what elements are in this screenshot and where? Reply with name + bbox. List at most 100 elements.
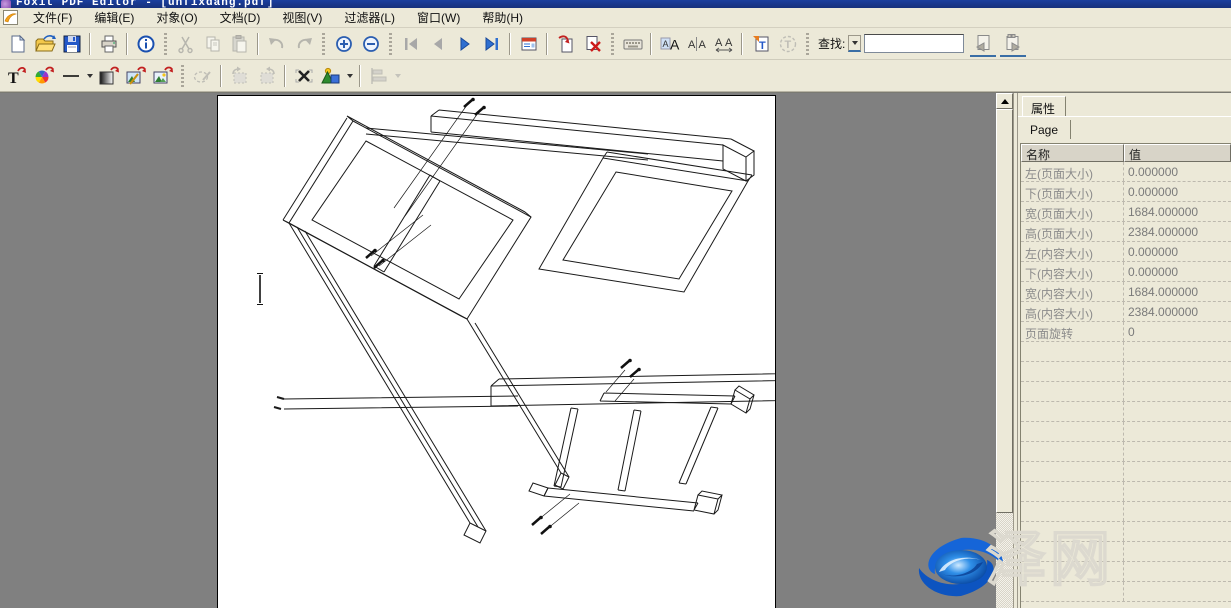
rotate-right-button[interactable] bbox=[253, 63, 280, 89]
pdf-page[interactable] bbox=[217, 95, 776, 608]
menu-window[interactable]: 窗口(W) bbox=[406, 7, 471, 29]
edit-object-button[interactable] bbox=[189, 63, 216, 89]
property-value[interactable]: 0.000000 bbox=[1124, 162, 1231, 181]
panel-title-divider bbox=[1018, 116, 1231, 117]
property-row[interactable]: 宽(内容大小)1684.000000 bbox=[1021, 282, 1231, 302]
property-name: 下(内容大小) bbox=[1021, 262, 1124, 281]
next-page-button[interactable] bbox=[451, 31, 478, 57]
add-shape-button[interactable] bbox=[317, 63, 344, 89]
info-button[interactable] bbox=[132, 31, 159, 57]
scrollbar-thumb[interactable] bbox=[996, 109, 1013, 513]
paste-button[interactable] bbox=[226, 31, 253, 57]
font-size-icon: A A bbox=[659, 34, 681, 54]
add-text-button[interactable]: T bbox=[3, 63, 30, 89]
last-page-icon bbox=[482, 34, 502, 54]
menu-help[interactable]: 帮助(H) bbox=[471, 7, 534, 29]
copy-button[interactable] bbox=[199, 31, 226, 57]
isometric-frame-drawing bbox=[218, 96, 775, 608]
document-icon[interactable] bbox=[3, 10, 18, 25]
edit-image-button[interactable] bbox=[122, 63, 149, 89]
save-button[interactable] bbox=[58, 31, 85, 57]
property-value[interactable]: 2384.000000 bbox=[1124, 222, 1231, 241]
column-header-name[interactable]: 名称 bbox=[1021, 144, 1124, 162]
undo-button[interactable] bbox=[263, 31, 290, 57]
line-style-button[interactable] bbox=[57, 63, 84, 89]
tab-page[interactable]: Page bbox=[1022, 120, 1071, 139]
menu-view[interactable]: 视图(V) bbox=[271, 7, 333, 29]
cut-button[interactable] bbox=[172, 31, 199, 57]
scroll-up-button[interactable] bbox=[996, 93, 1013, 109]
add-color-button[interactable] bbox=[30, 63, 57, 89]
zoom-in-button[interactable] bbox=[330, 31, 357, 57]
printer-icon bbox=[99, 34, 119, 54]
redo-button[interactable] bbox=[290, 31, 317, 57]
add-shape-dropdown[interactable] bbox=[344, 63, 355, 89]
property-row[interactable]: 高(内容大小)2384.000000 bbox=[1021, 302, 1231, 322]
property-row[interactable]: 高(页面大小)2384.000000 bbox=[1021, 222, 1231, 242]
char-scale-button[interactable]: A A bbox=[710, 31, 737, 57]
first-page-button[interactable] bbox=[397, 31, 424, 57]
property-value[interactable]: 2384.000000 bbox=[1124, 302, 1231, 321]
menu-object[interactable]: 对象(O) bbox=[145, 7, 208, 29]
insert-page-button[interactable] bbox=[552, 31, 579, 57]
add-image-button[interactable] bbox=[149, 63, 176, 89]
rotate-right-icon bbox=[256, 65, 278, 87]
print-button[interactable] bbox=[95, 31, 122, 57]
new-document-button[interactable] bbox=[4, 31, 31, 57]
property-row[interactable]: 宽(页面大小)1684.000000 bbox=[1021, 202, 1231, 222]
align-button[interactable] bbox=[365, 63, 392, 89]
property-row-empty bbox=[1021, 362, 1231, 382]
align-dropdown[interactable] bbox=[392, 63, 403, 89]
property-row[interactable]: 左(内容大小)0.000000 bbox=[1021, 242, 1231, 262]
open-folder-icon bbox=[34, 34, 56, 54]
document-canvas[interactable] bbox=[0, 93, 996, 608]
delete-page-button[interactable] bbox=[579, 31, 606, 57]
open-button[interactable] bbox=[31, 31, 58, 57]
chevron-down-icon bbox=[347, 74, 353, 78]
svg-text:A: A bbox=[698, 39, 706, 51]
line-style-dropdown[interactable] bbox=[84, 63, 95, 89]
property-value[interactable]: 0.000000 bbox=[1124, 182, 1231, 201]
property-row[interactable]: 下(内容大小)0.000000 bbox=[1021, 262, 1231, 282]
find-next-button[interactable] bbox=[1000, 31, 1026, 57]
panel-title-tab[interactable]: 属性 bbox=[1022, 96, 1066, 117]
property-value[interactable]: 1684.000000 bbox=[1124, 282, 1231, 301]
menu-filter[interactable]: 过滤器(L) bbox=[333, 7, 406, 29]
property-name: 高(页面大小) bbox=[1021, 222, 1124, 241]
find-input[interactable] bbox=[864, 34, 964, 53]
rotate-left-button[interactable] bbox=[226, 63, 253, 89]
text-circle-icon: T bbox=[778, 34, 798, 54]
prev-page-button[interactable] bbox=[424, 31, 451, 57]
property-row[interactable]: 页面旋转0 bbox=[1021, 322, 1231, 342]
svg-text:A: A bbox=[715, 37, 723, 49]
new-document-icon bbox=[8, 34, 28, 54]
insert-text-button[interactable]: T bbox=[747, 31, 774, 57]
color-wheel-icon bbox=[33, 65, 55, 87]
property-value[interactable]: 1684.000000 bbox=[1124, 202, 1231, 221]
find-prev-button[interactable] bbox=[970, 31, 996, 57]
page-layout-button[interactable] bbox=[515, 31, 542, 57]
last-page-button[interactable] bbox=[478, 31, 505, 57]
property-value[interactable]: 0.000000 bbox=[1124, 242, 1231, 261]
menu-document[interactable]: 文档(D) bbox=[209, 7, 272, 29]
property-name: 宽(内容大小) bbox=[1021, 282, 1124, 301]
property-row[interactable]: 下(页面大小)0.000000 bbox=[1021, 182, 1231, 202]
main-toolbar: A A A A A A T T bbox=[0, 28, 1231, 60]
add-gradient-button[interactable] bbox=[95, 63, 122, 89]
column-header-value[interactable]: 值 bbox=[1124, 144, 1231, 162]
menu-file[interactable]: 文件(F) bbox=[22, 7, 83, 29]
property-row-empty bbox=[1021, 482, 1231, 502]
char-spacing-button[interactable]: A A bbox=[683, 31, 710, 57]
property-name: 下(页面大小) bbox=[1021, 182, 1124, 201]
property-row[interactable]: 左(页面大小)0.000000 bbox=[1021, 162, 1231, 182]
property-value[interactable]: 0.000000 bbox=[1124, 262, 1231, 281]
zoom-out-button[interactable] bbox=[357, 31, 384, 57]
property-value[interactable]: 0 bbox=[1124, 322, 1231, 341]
menu-edit[interactable]: 编辑(E) bbox=[83, 7, 145, 29]
keyboard-button[interactable] bbox=[619, 31, 646, 57]
text-object-button[interactable]: T bbox=[774, 31, 801, 57]
find-history-dropdown[interactable] bbox=[848, 35, 861, 52]
delete-object-button[interactable] bbox=[290, 63, 317, 89]
add-image-icon bbox=[152, 65, 174, 87]
font-size-button[interactable]: A A bbox=[656, 31, 683, 57]
